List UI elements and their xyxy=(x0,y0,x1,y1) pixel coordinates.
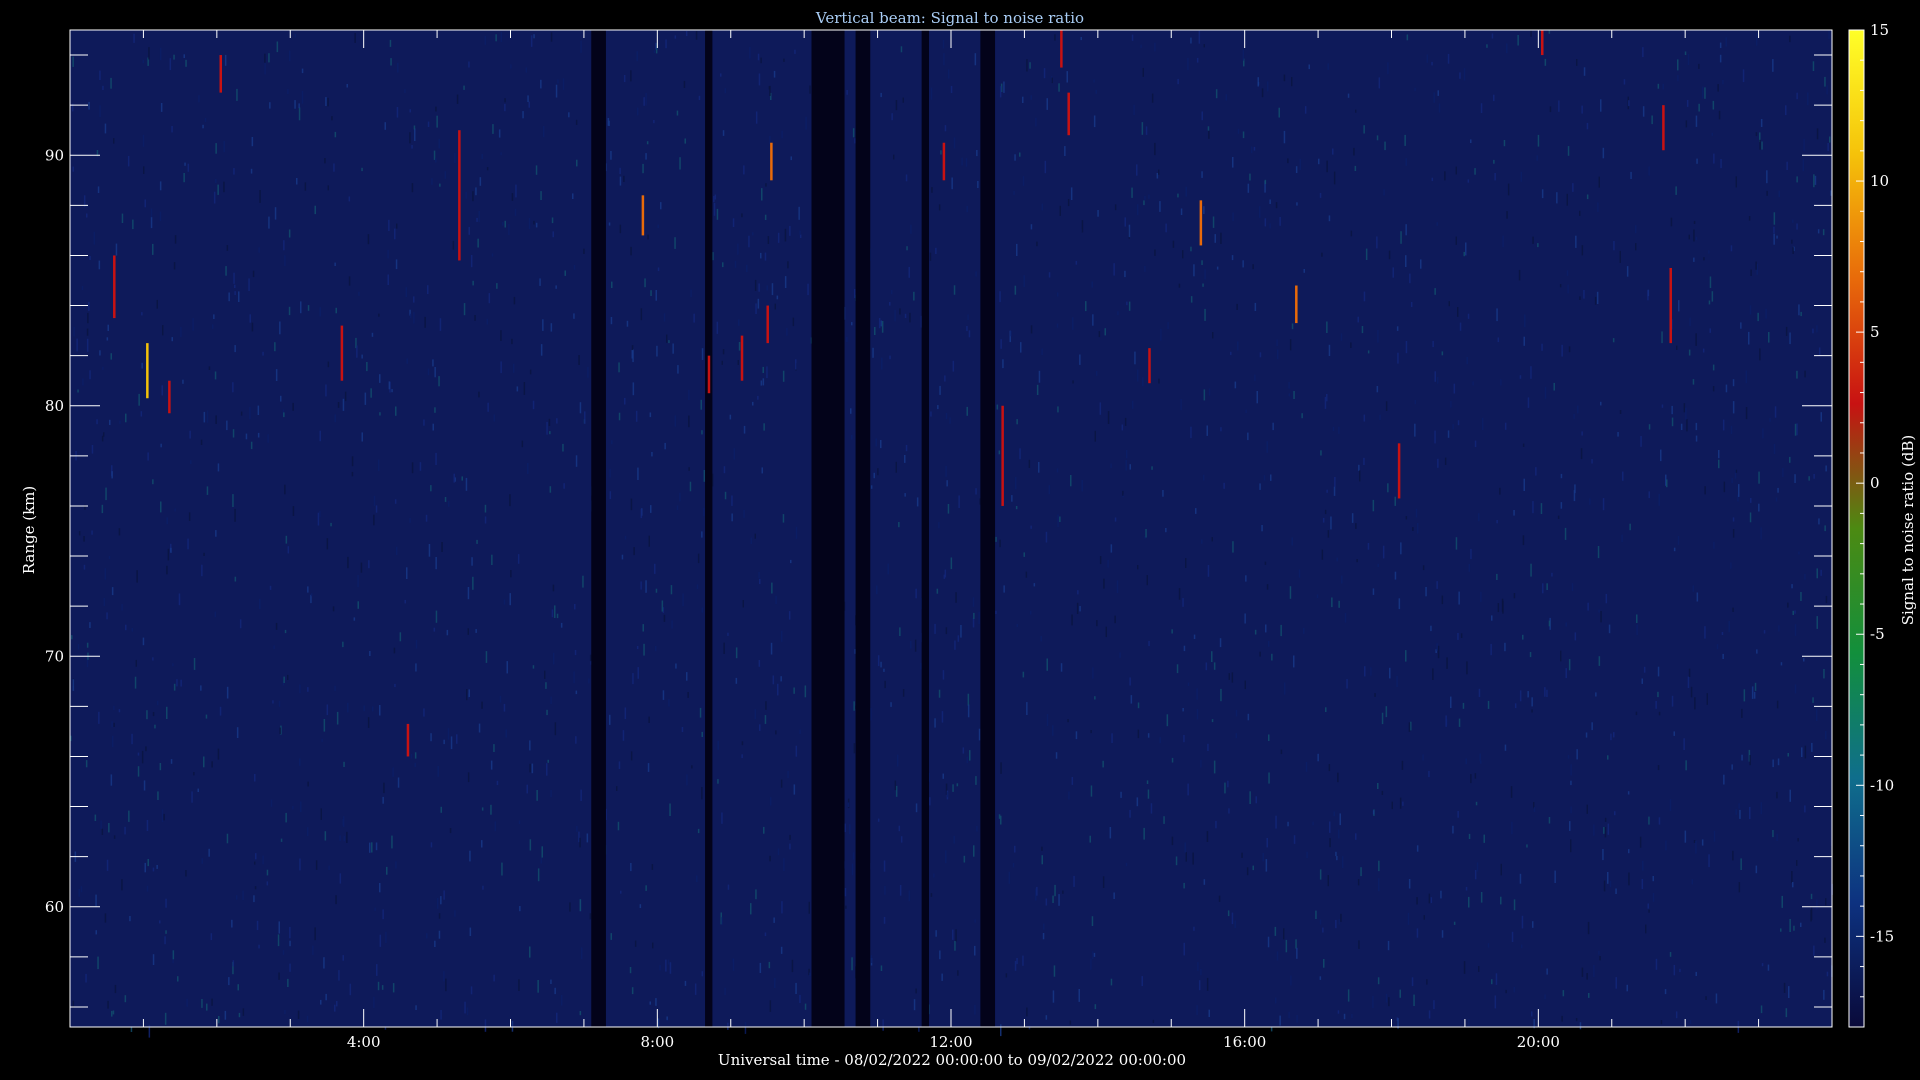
no-data-band xyxy=(921,30,929,1027)
chart-title: Vertical beam: Signal to noise ratio xyxy=(815,9,1084,27)
echo-trace xyxy=(1541,30,1544,56)
echo-trace xyxy=(168,380,171,414)
echo-trace xyxy=(146,343,149,399)
colorbar-tick-label: 15 xyxy=(1870,21,1889,39)
x-tick-label: 8:00 xyxy=(640,1033,674,1051)
echo-trace xyxy=(707,355,711,394)
echo-trace xyxy=(1397,443,1401,499)
echo-trace xyxy=(1148,348,1151,384)
echo-trace xyxy=(219,55,223,93)
echo-trace xyxy=(641,195,645,236)
snr-heatmap-chart: 4:00 8:00 12:00 16:00 20:00 60 70 80 90 15 10 5 0 -5… xyxy=(20,9,1917,1069)
echo-trace xyxy=(1199,200,1203,246)
colorbar: 15 10 5 0 -5 -10 -15 xyxy=(1848,21,1894,1028)
x-tick-label: 20:00 xyxy=(1517,1033,1560,1051)
no-data-band xyxy=(980,30,996,1027)
echo-trace xyxy=(113,255,116,319)
colorbar-tick-label: -15 xyxy=(1870,927,1894,945)
echo-trace xyxy=(942,142,946,181)
echo-trace xyxy=(340,325,344,381)
colorbar-label: Signal to noise ratio (dB) xyxy=(1899,435,1917,626)
echo-trace xyxy=(1669,267,1672,344)
x-tick-label: 12:00 xyxy=(929,1033,972,1051)
x-tick-label: 16:00 xyxy=(1223,1033,1266,1051)
y-tick-label: 70 xyxy=(45,647,64,665)
x-tick-label: 4:00 xyxy=(347,1033,381,1051)
echo-trace xyxy=(740,335,744,381)
plot-area xyxy=(70,30,1832,1027)
echo-trace xyxy=(1060,30,1063,68)
plot-background xyxy=(70,30,1832,1027)
x-axis-label: Universal time - 08/02/2022 00:00:00 to … xyxy=(718,1051,1186,1069)
colorbar-tick-label: 5 xyxy=(1870,323,1880,341)
echo-trace xyxy=(458,130,461,261)
echo-trace xyxy=(1067,92,1070,136)
colorbar-scale xyxy=(1848,29,1865,1028)
no-data-band xyxy=(811,30,845,1027)
echo-trace xyxy=(1001,405,1004,506)
y-tick-label: 80 xyxy=(45,397,64,415)
no-data-band xyxy=(705,30,713,1027)
echo-trace xyxy=(1662,105,1665,151)
echo-trace xyxy=(766,305,769,344)
colorbar-tick-label: -5 xyxy=(1870,625,1885,643)
echo-trace xyxy=(406,723,410,757)
echo-trace xyxy=(770,142,773,181)
no-data-band xyxy=(591,30,606,1027)
no-data-band xyxy=(855,30,871,1027)
y-tick-label: 90 xyxy=(45,146,64,164)
colorbar-tick-label: -10 xyxy=(1870,776,1894,794)
colorbar-tick-label: 0 xyxy=(1870,474,1880,492)
colorbar-tick-label: 10 xyxy=(1870,172,1889,190)
echo-trace xyxy=(1295,285,1298,324)
y-tick-label: 60 xyxy=(45,898,64,916)
y-axis-label: Range (km) xyxy=(20,486,38,575)
